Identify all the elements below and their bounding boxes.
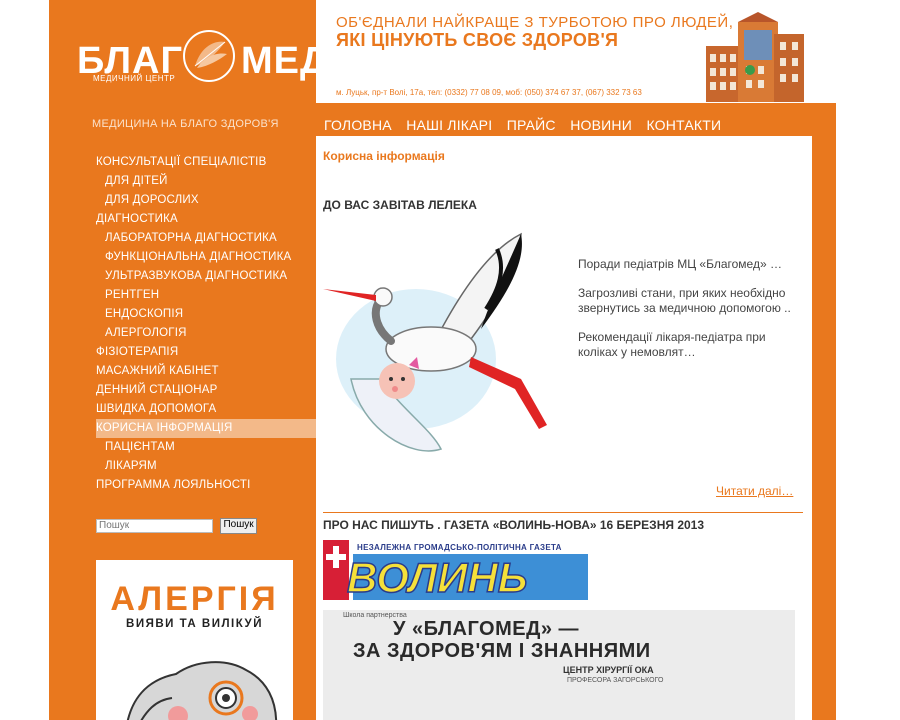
section-title: Корисна інформація <box>323 149 445 163</box>
sidebar-item-label: КОНСУЛЬТАЦІЇ СПЕЦІАЛІСТІВ <box>96 156 267 168</box>
newspaper-headline-1: У «БЛАГОМЕД» — <box>393 618 580 640</box>
newspaper-badge: ЦЕНТР ХІРУРГІЇ ОКА <box>563 665 654 675</box>
related-link[interactable]: Загрозливі стани, при яких необхідно зве… <box>578 286 803 316</box>
sidebar-item-label: ДІАГНОСТИКА <box>96 213 178 225</box>
sidebar-item-label: ЕНДОСКОПІЯ <box>105 308 184 320</box>
allergy-ad-banner[interactable]: АЛЕРГІЯ ВИЯВИ ТА ВИЛІКУЙ <box>96 560 293 720</box>
newspaper-page: Школа партнерства У «БЛАГОМЕД» — ЗА ЗДОР… <box>323 610 795 720</box>
sidebar-item-label: ДЛЯ ДІТЕЙ <box>105 175 168 187</box>
related-link[interactable]: Рекомендації лікаря-педіатра при коліках… <box>578 330 803 360</box>
sidebar-item-label: ФУНКЦІОНАЛЬНА ДІАГНОСТИКА <box>105 251 292 263</box>
related-link[interactable]: Поради педіатрів МЦ «Благомед» … <box>578 257 803 272</box>
sidebar-item-label: РЕНТГЕН <box>105 289 160 301</box>
newspaper-masthead: НЕЗАЛЕЖНА ГРОМАДСЬКО-ПОЛІТИЧНА ГАЗЕТА ВО… <box>323 540 588 606</box>
stork-illustration <box>323 232 547 452</box>
ad-title: АЛЕРГІЯ <box>110 580 279 618</box>
top-navigation: ГОЛОВНА НАШІ ЛІКАРІ ПРАЙС НОВИНИ КОНТАКТ… <box>324 117 731 135</box>
banner-tagline-1: ОБ'ЄДНАЛИ НАЙКРАЩЕ З ТУРБОТОЮ ПРО ЛЮДЕЙ, <box>336 14 734 31</box>
banner-address: м. Луцьк, пр-т Волі, 17а, тел: (0332) 77… <box>336 88 642 97</box>
banner-tagline-2: ЯКІ ЦІНУЮТЬ СВОЄ ЗДОРОВ'Я <box>336 30 619 50</box>
newspaper-slogan: НЕЗАЛЕЖНА ГРОМАДСЬКО-ПОЛІТИЧНА ГАЗЕТА <box>357 543 562 552</box>
nav-prices[interactable]: ПРАЙС <box>507 117 556 133</box>
sidebar-item-label: ПРОГРАММА ЛОЯЛЬНОСТІ <box>96 479 251 491</box>
sidebar-item-label: ЛАБОРАТОРНА ДІАГНОСТИКА <box>105 232 277 244</box>
header-banner: ОБ'ЄДНАЛИ НАЙКРАЩЕ З ТУРБОТОЮ ПРО ЛЮДЕЙ,… <box>316 0 836 103</box>
newspaper-badge-sub: ПРОФЕСОРА ЗАГОРСЬКОГО <box>567 677 664 684</box>
sidebar-item-label: ФІЗІОТЕРАПІЯ <box>96 346 179 358</box>
nav-home[interactable]: ГОЛОВНА <box>324 117 392 133</box>
nav-news[interactable]: НОВИНИ <box>570 117 632 133</box>
sidebar-item-label: ДЕННИЙ СТАЦІОНАР <box>96 384 218 396</box>
sidebar-item-label: ЛІКАРЯМ <box>105 460 157 472</box>
sidebar-item-label: ПАЦІЄНТАМ <box>105 441 175 453</box>
logo-subtitle: МЕДИЧНИЙ ЦЕНТР <box>93 74 176 83</box>
divider <box>323 512 803 513</box>
article-title[interactable]: ДО ВАС ЗАВІТАВ ЛЕЛЕКА <box>323 198 477 212</box>
nav-doctors[interactable]: НАШІ ЛІКАРІ <box>406 117 492 133</box>
main-content: Корисна інформація ДО ВАС ЗАВІТАВ ЛЕЛЕКА… <box>316 136 812 720</box>
page-frame: БЛАГ МЕД МЕДИЧНИЙ ЦЕНТР МЕДИЦИНА НА БЛАГО… <box>49 0 836 720</box>
newspaper-clipping[interactable]: НЕЗАЛЕЖНА ГРОМАДСЬКО-ПОЛІТИЧНА ГАЗЕТА ВО… <box>323 540 795 720</box>
search-input[interactable] <box>96 518 213 533</box>
ad-subtitle: ВИЯВИ ТА ВИЛІКУЙ <box>126 618 263 630</box>
sidebar-item-label: КОРИСНА ІНФОРМАЦІЯ <box>96 422 233 434</box>
press-article-title[interactable]: ПРО НАС ПИШУТЬ . ГАЗЕТА «ВОЛИНЬ-НОВА» 16… <box>323 518 704 532</box>
nav-contacts[interactable]: КОНТАКТИ <box>646 117 721 133</box>
building-illustration <box>706 12 804 102</box>
search-form: Пошук <box>96 517 257 535</box>
sidebar-item-label: ШВИДКА ДОПОМОГА <box>96 403 217 415</box>
sidebar-item-label: УЛЬТРАЗВУКОВА ДІАГНОСТИКА <box>105 270 288 282</box>
related-links: Поради педіатрів МЦ «Благомед» … Загрозл… <box>578 257 803 374</box>
sidebar-item-label: АЛЕРГОЛОГІЯ <box>105 327 187 339</box>
newspaper-name: ВОЛИНЬ <box>346 553 528 602</box>
search-button[interactable]: Пошук <box>220 517 257 534</box>
sidebar-item-label: ДЛЯ ДОРОСЛИХ <box>105 194 199 206</box>
site-logo[interactable]: БЛАГ МЕД МЕДИЧНИЙ ЦЕНТР <box>77 22 327 92</box>
site-slogan: МЕДИЦИНА НА БЛАГО ЗДОРОВ'Я <box>92 118 279 130</box>
read-more-link[interactable]: Читати далі… <box>716 484 793 498</box>
sidebar-item-label: МАСАЖНИЙ КАБІНЕТ <box>96 365 219 377</box>
elephant-illustration <box>126 661 278 720</box>
newspaper-headline-2: ЗА ЗДОРОВ'ЯМ І ЗНАННЯМИ <box>353 640 651 662</box>
leaf-logo-icon <box>183 30 235 82</box>
